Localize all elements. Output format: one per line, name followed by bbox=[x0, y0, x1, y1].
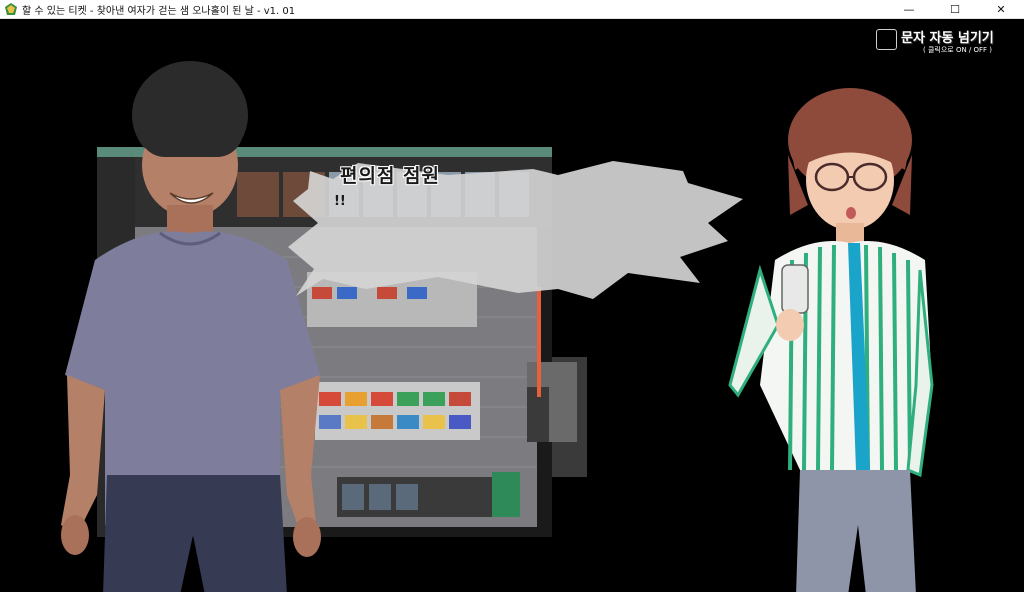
game-canvas[interactable]: 편의점 점원 !! 문자 자동 넘기기 ( 클릭으로 ON / OFF ) bbox=[0, 19, 1024, 592]
male-character-portrait bbox=[55, 55, 335, 592]
window-title-bar: 할 수 있는 티켓 - 찾아낸 여자가 걷는 샘 오나홀이 된 날 - v1. … bbox=[0, 0, 1024, 19]
game-app-icon bbox=[5, 3, 17, 15]
maximize-button[interactable]: ☐ bbox=[932, 0, 978, 18]
auto-advance-toggle[interactable]: 문자 자동 넘기기 ( 클릭으로 ON / OFF ) bbox=[876, 27, 1016, 63]
store-clerk-portrait bbox=[720, 85, 940, 592]
minimize-button[interactable]: — bbox=[886, 0, 932, 18]
close-button[interactable]: ✕ bbox=[978, 0, 1024, 18]
auto-advance-label: 문자 자동 넘기기 bbox=[901, 31, 994, 46]
window-title: 할 수 있는 티켓 - 찾아낸 여자가 걷는 샘 오나홀이 된 날 - v1. … bbox=[22, 5, 296, 17]
checkbox-icon[interactable] bbox=[876, 29, 897, 50]
speaker-name: 편의점 점원 bbox=[340, 165, 441, 187]
auto-advance-hint: ( 클릭으로 ON / OFF ) bbox=[923, 46, 993, 54]
window-controls: — ☐ ✕ bbox=[886, 0, 1024, 18]
dialogue-text: !! bbox=[334, 194, 346, 209]
dialogue-bubble[interactable]: 편의점 점원 !! bbox=[288, 161, 748, 306]
